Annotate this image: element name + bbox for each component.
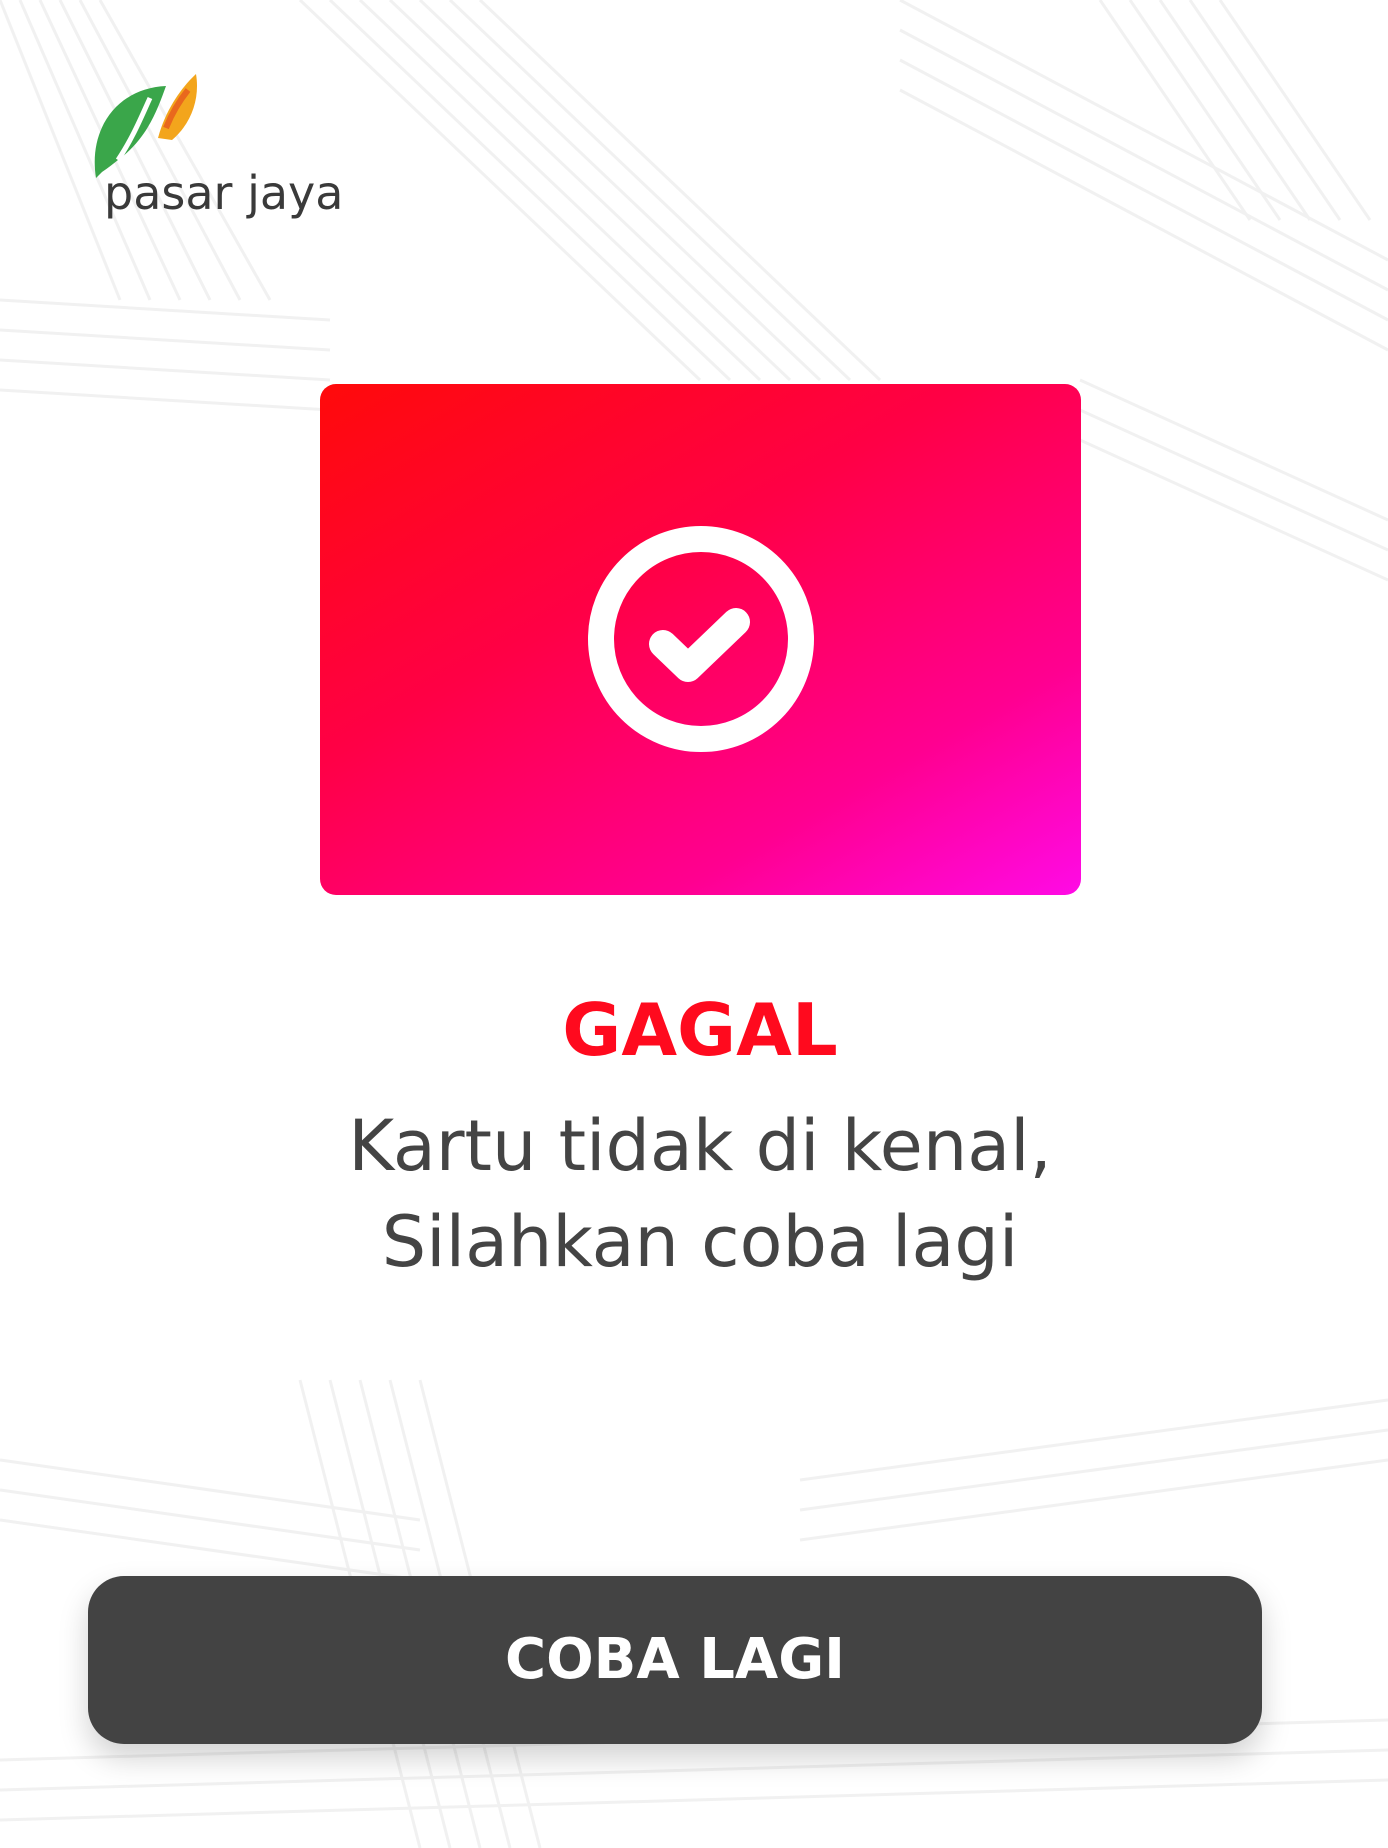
result-title: GAGAL	[562, 988, 838, 1072]
result-message: Kartu tidak di kenal, Silahkan coba lagi	[0, 1098, 1388, 1290]
message-line-2: Silahkan coba lagi	[381, 1201, 1019, 1283]
leaf-logo-icon	[94, 74, 197, 178]
retry-button[interactable]: COBA LAGI	[88, 1576, 1262, 1744]
background-pattern	[0, 0, 1388, 1848]
brand-logo: pasar jaya	[88, 68, 343, 228]
status-card	[320, 384, 1081, 895]
message-line-1: Kartu tidak di kenal,	[348, 1105, 1052, 1187]
check-circle-icon	[588, 526, 814, 752]
brand-name: pasar jaya	[104, 166, 344, 220]
